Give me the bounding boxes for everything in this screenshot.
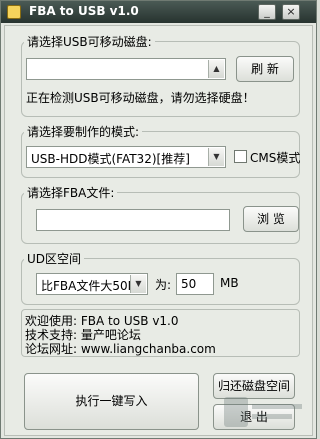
cms-mode-label: CMS模式 [250, 151, 301, 165]
chevron-down-icon[interactable]: ▼ [130, 275, 146, 293]
usb-status-text: 正在检测USB可移动磁盘，请勿选择硬盘！ [26, 91, 255, 105]
minimize-button[interactable]: _ [258, 4, 276, 20]
window-title: FBA to USB v1.0 [29, 4, 139, 18]
ud-space-group-label: UD区空间 [24, 250, 85, 267]
main-panel: 请选择USB可移动磁盘: ▲ 刷 新 正在检测USB可移动磁盘，请勿选择硬盘！ … [4, 25, 313, 436]
chevron-down-icon[interactable]: ▲ [208, 60, 224, 78]
refresh-button[interactable]: 刷 新 [236, 56, 294, 82]
mode-select-value: USB-HDD模式(FAT32)[推荐] [31, 152, 190, 166]
ud-ratio-label: 为: [155, 278, 172, 292]
usb-disk-select[interactable]: ▲ [26, 58, 226, 80]
mode-group: 请选择要制作的模式: USB-HDD模式(FAT32)[推荐] ▼ CMS模式 [21, 123, 301, 178]
info-panel: 欢迎使用: FBA to USB v1.0 技术支持: 量产吧论坛 论坛网址: … [21, 309, 300, 357]
app-window: FBA to USB v1.0 _ × 请选择USB可移动磁盘: ▲ 刷 新 正… [0, 0, 317, 439]
fba-file-group-label: 请选择FBA文件: [24, 184, 118, 201]
cms-mode-checkbox[interactable] [234, 150, 247, 163]
write-button[interactable]: 执行一键写入 [24, 373, 199, 430]
ud-size-mode-value: 比FBA文件大50M [41, 279, 138, 293]
title-bar[interactable]: FBA to USB v1.0 _ × [1, 1, 316, 23]
mode-select[interactable]: USB-HDD模式(FAT32)[推荐] ▼ [26, 146, 226, 168]
app-icon [7, 5, 21, 19]
usb-disk-group-label: 请选择USB可移动磁盘: [24, 33, 155, 50]
chevron-down-icon[interactable]: ▼ [208, 148, 224, 166]
info-url-text: 论坛网址: www.liangchanba.com [25, 342, 216, 356]
usb-disk-group: 请选择USB可移动磁盘: ▲ 刷 新 正在检测USB可移动磁盘，请勿选择硬盘！ [21, 33, 300, 117]
info-url: 论坛网址: www.liangchanba.com [25, 340, 216, 357]
ud-size-mode-select[interactable]: 比FBA文件大50M ▼ [36, 273, 148, 295]
mode-group-label: 请选择要制作的模式: [24, 123, 143, 140]
ud-space-group: UD区空间 比FBA文件大50M ▼ 为: 50 MB [21, 250, 300, 305]
browse-button[interactable]: 浏 览 [243, 206, 299, 232]
fba-file-input[interactable] [36, 209, 230, 231]
ud-unit-label: MB [220, 276, 239, 290]
close-button[interactable]: × [282, 4, 300, 20]
ud-size-input[interactable]: 50 [176, 273, 214, 295]
fba-file-group: 请选择FBA文件: 浏 览 [21, 184, 300, 244]
watermark-icon [224, 397, 302, 427]
